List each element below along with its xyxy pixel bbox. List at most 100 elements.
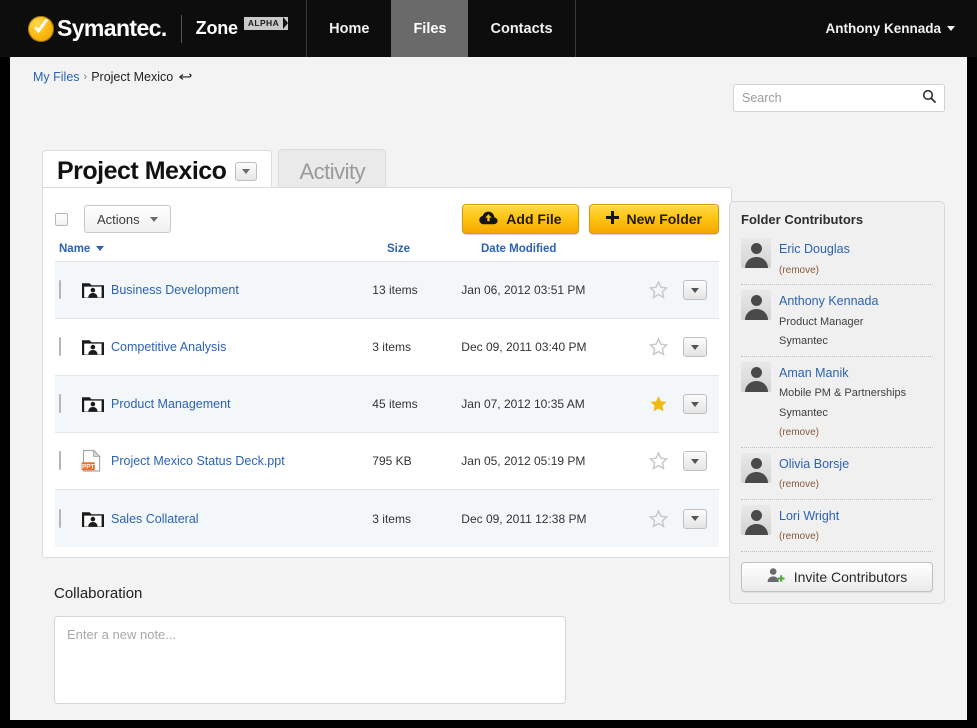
add-file-label: Add File [506,211,562,227]
contributor-title: Mobile PM & Partnerships [779,387,907,400]
contributor-item: Lori Wright (remove) [741,500,933,552]
contributor-name[interactable]: Eric Douglas [779,242,850,256]
table-row[interactable]: Sales Collateral 3 items Dec 09, 2011 12… [55,490,719,547]
favorite-star-icon[interactable] [641,452,675,470]
page-body: My Files › Project Mexico ↩ Project Mexi… [10,57,967,720]
favorite-star-icon[interactable] [641,281,675,299]
contributor-remove-link[interactable]: (remove) [779,479,819,490]
column-header-name-label: Name [59,242,91,255]
row-checkbox[interactable] [59,508,61,528]
brand-logo[interactable]: Symantec. Zone ALPHA [0,0,306,57]
nav-tab-home[interactable]: Home [307,0,391,57]
file-name-link[interactable]: Sales Collateral [111,512,372,526]
chevron-down-icon [947,26,955,31]
row-menu-cell [675,280,715,300]
chevron-down-icon [691,516,700,521]
file-name-link[interactable]: Business Development [111,283,372,297]
alpha-badge: ALPHA [243,17,289,30]
breadcrumb: My Files › Project Mexico ↩ [33,69,193,85]
row-menu-cell [675,394,715,414]
chevron-down-icon [691,344,700,350]
row-actions-dropdown[interactable] [683,508,708,529]
invite-contributors-label: Invite Contributors [793,568,908,585]
search-icon[interactable] [922,89,936,108]
row-checkbox[interactable] [59,394,61,413]
ppt-file-icon: PPT [81,449,111,473]
contributor-remove-link[interactable]: (remove) [779,531,819,542]
row-checkbox[interactable] [59,280,61,299]
shared-folder-icon [81,337,111,357]
invite-contributors-button[interactable]: Invite Contributors [741,561,933,592]
row-checkbox-cell [59,337,81,356]
file-date-modified: Jan 05, 2012 05:19 PM [461,454,586,468]
table-row[interactable]: Business Development 13 items Jan 06, 20… [55,262,719,319]
cloud-upload-icon [479,211,498,228]
row-checkbox-cell [59,508,81,528]
file-size: 13 items [372,283,418,297]
contributor-title: Product Manager [779,315,864,328]
back-arrow-icon[interactable]: ↩ [179,69,193,85]
contributor-item: Olivia Borsje (remove) [741,448,933,500]
contributor-name[interactable]: Olivia Borsje [779,457,849,471]
column-header-size[interactable]: Size [387,243,481,255]
main-nav-tabs: Home Files Contacts [307,0,574,57]
avatar [741,290,771,321]
shared-folder-icon [81,394,111,414]
user-menu[interactable]: Anthony Kennada [825,21,955,36]
search-input[interactable] [742,91,922,105]
breadcrumb-current: Project Mexico [91,70,174,84]
collaboration-heading: Collaboration [54,585,143,602]
row-checkbox[interactable] [59,451,61,470]
row-checkbox-cell [59,280,81,299]
avatar [741,238,771,268]
sort-descending-icon [96,246,105,251]
contributors-title: Folder Contributors [741,212,864,227]
contributor-name[interactable]: Anthony Kennada [779,294,878,308]
table-row[interactable]: Product Management 45 items Jan 07, 2012… [55,376,719,433]
nav-right-area: Anthony Kennada [825,0,977,57]
svg-text:PPT: PPT [82,463,95,470]
actions-dropdown-button[interactable]: Actions [84,205,171,233]
user-menu-label: Anthony Kennada [825,21,941,36]
new-folder-button[interactable]: New Folder [588,204,719,234]
shared-folder-icon [81,509,111,529]
file-date-modified: Jan 06, 2012 03:51 PM [461,283,586,297]
column-header-date[interactable]: Date Modified [481,243,671,255]
toolbar-right-buttons: Add File New Folder [462,204,719,234]
contributor-remove-link[interactable]: (remove) [779,265,819,276]
table-row[interactable]: PPT Project Mexico Status Deck.ppt 795 K… [55,433,719,490]
contributor-name[interactable]: Lori Wright [779,509,839,523]
favorite-star-icon[interactable] [641,338,675,356]
row-actions-dropdown[interactable] [683,337,708,357]
contributor-name[interactable]: Aman Manik [779,366,848,380]
file-name-link[interactable]: Competitive Analysis [111,340,372,354]
row-actions-dropdown[interactable] [683,451,708,471]
shared-folder-icon [81,280,111,300]
file-date-modified: Dec 09, 2011 12:38 PM [461,511,587,526]
contributor-remove-link[interactable]: (remove) [779,427,819,438]
avatar [741,452,771,483]
select-all-checkbox[interactable] [55,212,68,226]
file-name-link[interactable]: Project Mexico Status Deck.ppt [111,454,372,468]
file-size: 795 KB [372,454,412,468]
new-note-input[interactable] [54,616,566,704]
row-menu-cell [675,508,715,529]
actions-label: Actions [97,211,140,227]
favorite-star-icon-active[interactable] [641,395,675,413]
breadcrumb-my-files[interactable]: My Files [33,70,80,84]
chevron-down-icon [691,401,700,407]
column-header-name[interactable]: Name [59,243,387,255]
file-name-link[interactable]: Product Management [111,397,372,411]
nav-tab-contacts[interactable]: Contacts [468,0,574,57]
top-navigation-bar: Symantec. Zone ALPHA Home Files Contacts… [0,0,977,57]
table-row[interactable]: Competitive Analysis 3 items Dec 09, 201… [55,319,719,376]
row-actions-dropdown[interactable] [683,280,708,300]
favorite-star-icon[interactable] [641,509,675,528]
file-size: 3 items [372,511,411,526]
row-checkbox[interactable] [59,337,61,356]
nav-tab-files[interactable]: Files [391,0,469,57]
row-actions-dropdown[interactable] [683,394,708,414]
add-file-button[interactable]: Add File [462,204,579,234]
search-box[interactable] [733,84,945,112]
folder-options-dropdown[interactable] [235,162,258,181]
